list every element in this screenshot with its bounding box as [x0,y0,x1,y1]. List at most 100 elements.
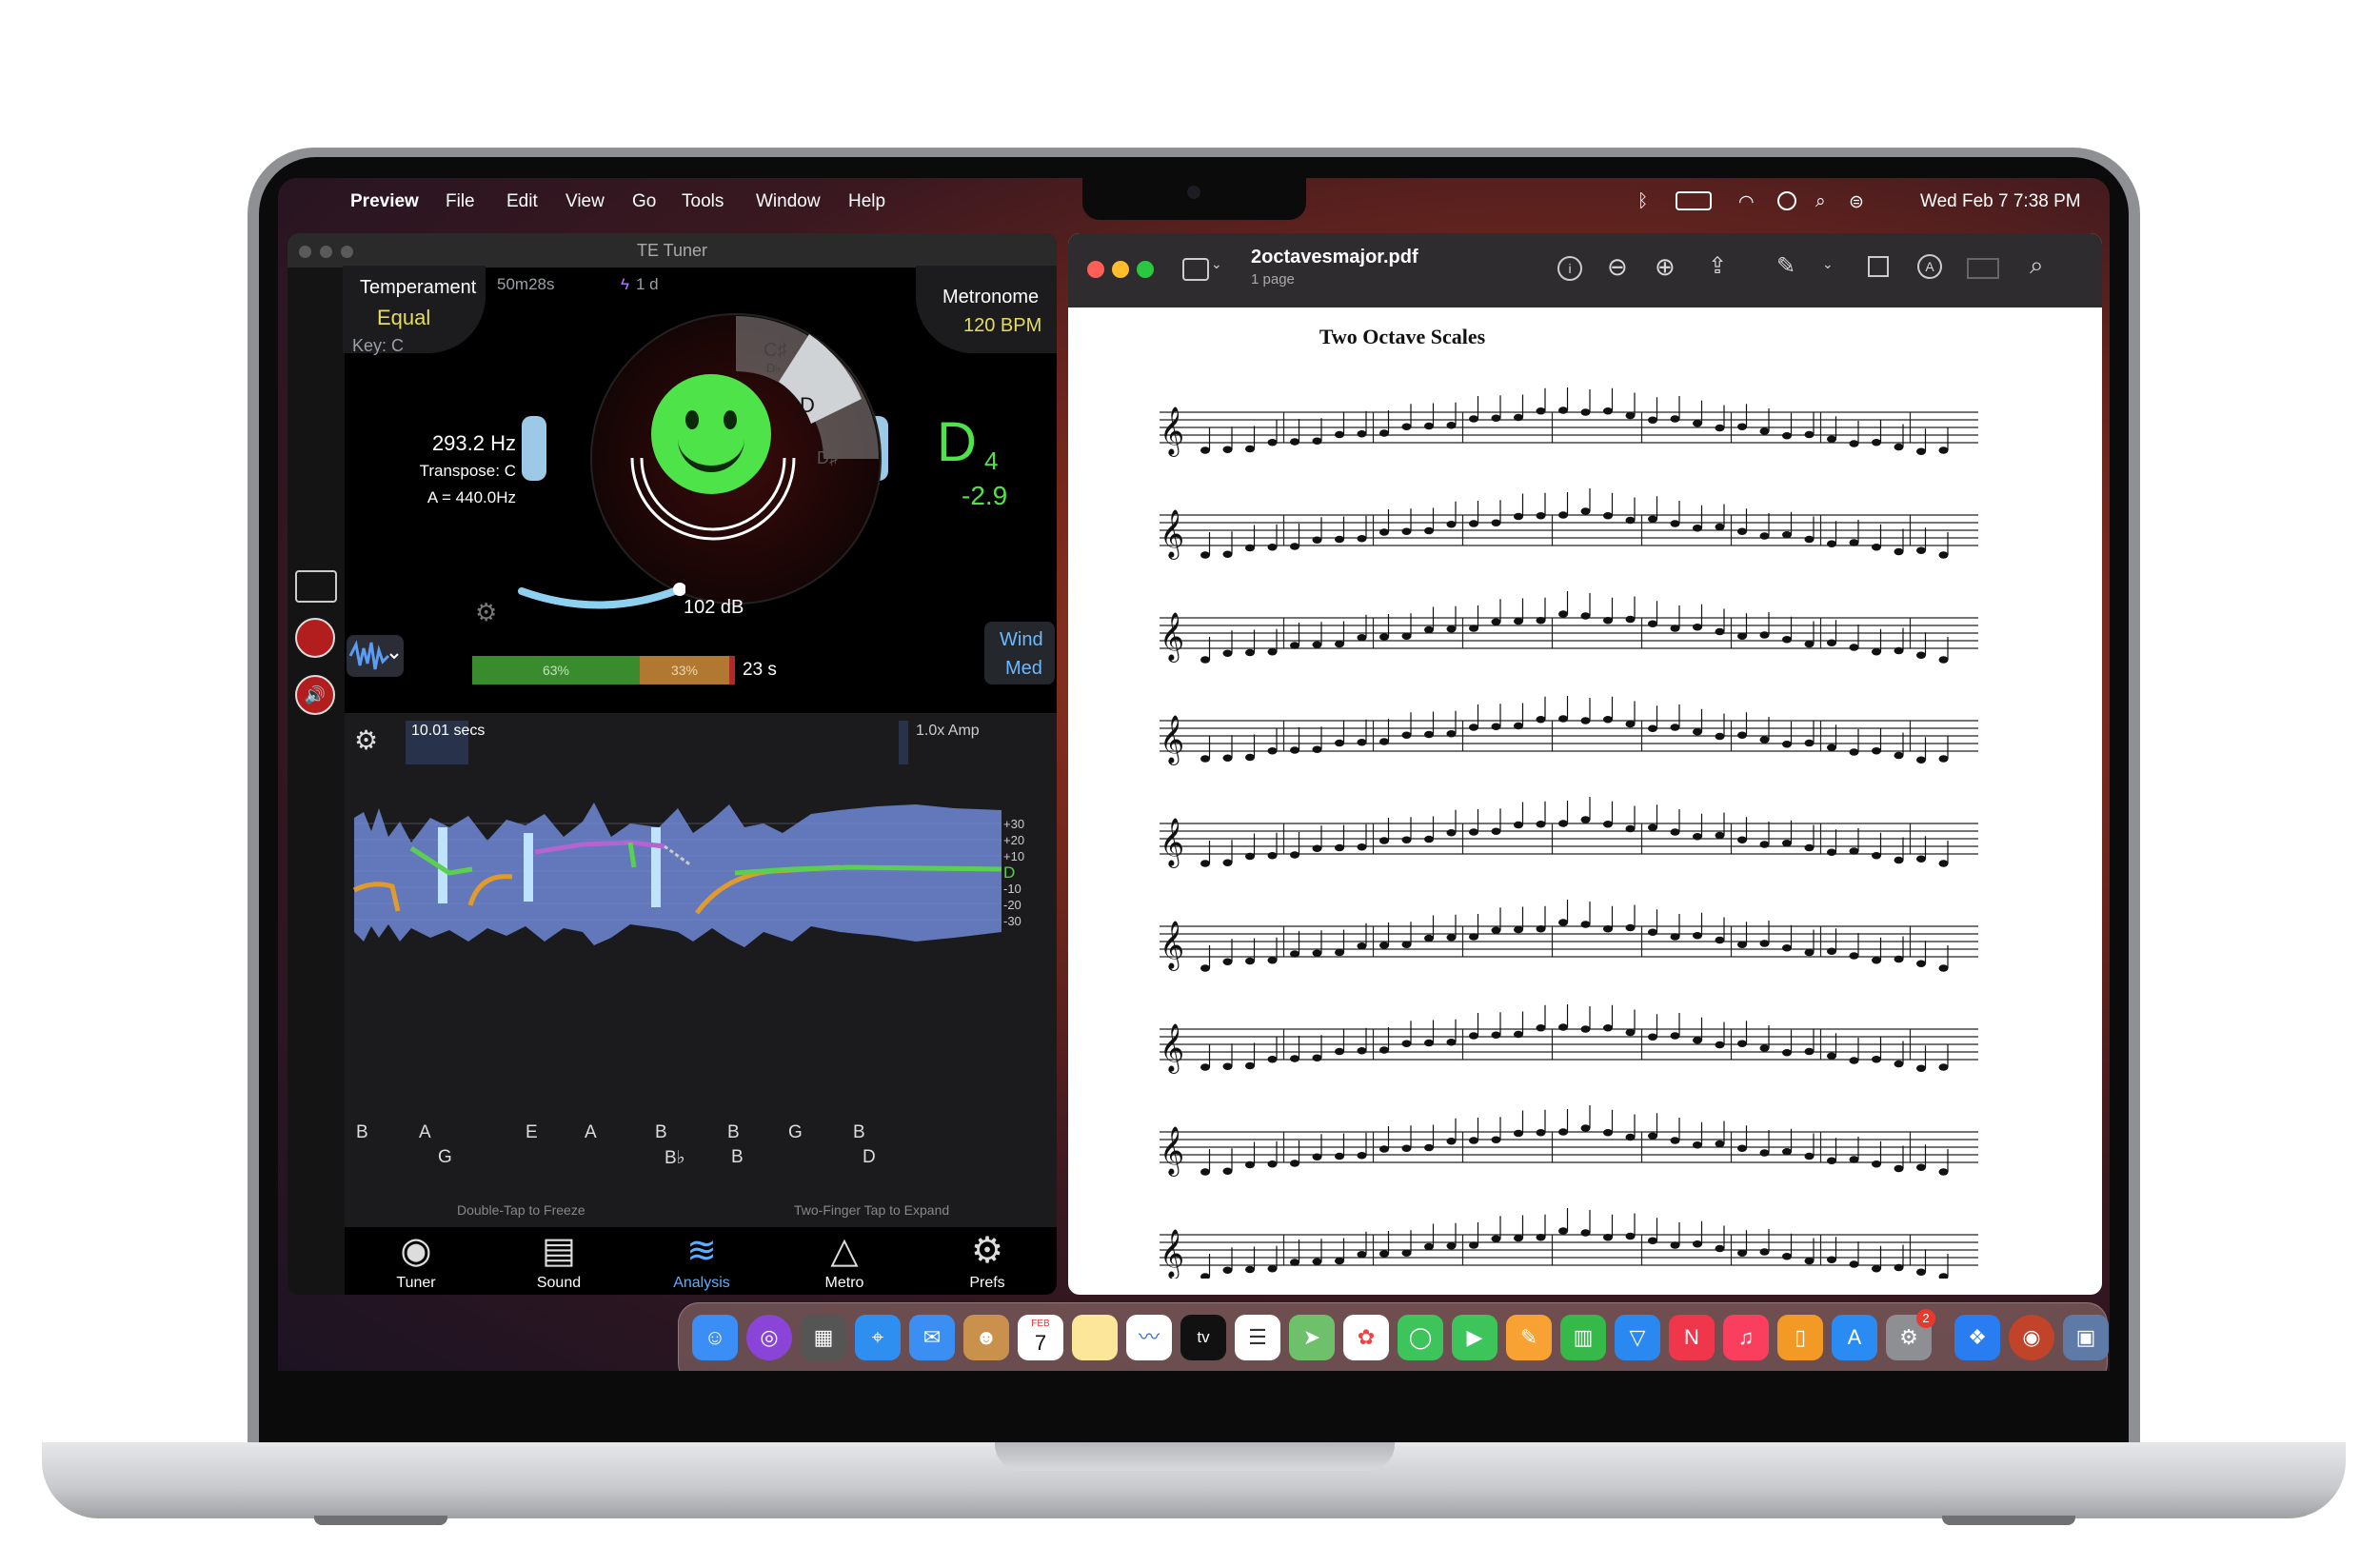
sheet-music: 𝄞 𝄞 𝄞 𝄞 𝄞 𝄞 𝄞 𝄞 𝄞 [1160,387,1978,1279]
battery-icon[interactable] [1676,191,1712,210]
safari-icon[interactable]: ⌖ [855,1315,901,1360]
pages-icon[interactable]: ✎ [1506,1315,1552,1360]
zoom-out-icon[interactable]: ⊖ [1607,252,1628,282]
minimize-button[interactable] [1112,261,1129,278]
menu-clock[interactable]: Wed Feb 7 7:38 PM [1920,191,2081,212]
photos-icon[interactable]: ✿ [1343,1315,1389,1360]
app-store-icon[interactable]: A [1832,1315,1877,1360]
launchpad-icon[interactable]: ▦ [801,1315,846,1360]
menu-edit[interactable]: Edit [506,191,538,212]
speaker-icon[interactable]: 🔊 [295,675,335,715]
notes-icon[interactable] [1072,1315,1118,1360]
decibel-readout: 102 dB [684,597,744,618]
chevron-down-icon[interactable]: ⌄ [1211,256,1222,272]
level-slider[interactable] [518,582,685,629]
preview-icon[interactable]: ▣ [2063,1315,2109,1360]
menu-file[interactable]: File [446,191,475,212]
mail-icon[interactable]: ✉ [909,1315,955,1360]
tab-metro[interactable]: △ Metro [773,1227,916,1292]
folder-icon[interactable] [295,570,337,603]
scale-tick-d: D [1003,863,1016,882]
tuner-window-title: TE Tuner [636,241,708,260]
form-fill-icon[interactable] [1967,258,1999,279]
bluetooth-icon[interactable]: ᛒ [1637,191,1648,212]
tab-label: Metro [824,1275,864,1291]
menu-tools[interactable]: Tools [682,191,724,212]
tab-label: Prefs [969,1275,1005,1291]
info-icon[interactable]: i [1557,256,1582,281]
news-icon[interactable]: N [1669,1315,1715,1360]
tab-analysis[interactable]: ≋ Analysis [630,1227,773,1292]
piano-icon: ▤ [542,1231,576,1271]
search-icon[interactable]: ⌕ [2030,250,2044,281]
amp-label: 1.0x Amp [916,723,980,739]
dropbox-icon[interactable]: ❖ [1954,1315,2000,1360]
tab-label: Analysis [673,1275,730,1291]
temperament-value: Equal [377,306,431,329]
zoom-button[interactable] [1137,261,1154,278]
scale-tick: +20 [1003,833,1025,847]
tab-sound[interactable]: ▤ Sound [487,1227,630,1292]
calendar-icon[interactable]: FEB 7 [1018,1315,1063,1360]
dial-gear-icon[interactable]: ⚙ [475,598,497,627]
zoom-in-icon[interactable]: ⊕ [1655,252,1676,282]
metronome-panel[interactable] [916,266,1057,353]
chevron-down-icon[interactable]: ⌄ [1822,256,1834,272]
wifi-icon[interactable]: ◠ [1738,191,1755,213]
music-staff: 𝄞 [1160,488,1978,560]
music-staff: 𝄞 [1160,591,1978,664]
sidebar-toggle-icon[interactable] [1182,258,1209,281]
pdf-page: Two Octave Scales 𝄞 𝄞 𝄞 𝄞 𝄞 𝄞 𝄞 𝄞 𝄞 [1083,307,2087,1295]
facetime-icon[interactable]: ▶ [1452,1315,1497,1360]
tab-tuner[interactable]: ◉ Tuner [345,1227,487,1292]
annotate-icon[interactable]: A [1917,254,1942,279]
metronome-bpm: 120 BPM [963,315,1042,336]
control-center-icon[interactable]: ⊜ [1849,191,1864,213]
spotlight-icon[interactable]: ⌕ [1815,191,1826,212]
minimize-button[interactable] [320,246,332,258]
contacts-icon[interactable]: ☻ [963,1315,1009,1360]
waveform-selector[interactable] [347,635,404,677]
metronome-label: Metronome [942,287,1040,307]
note-label: D [863,1147,876,1167]
tuner-title-bar: TE Tuner [288,233,1057,268]
keynote-icon[interactable]: ▽ [1615,1315,1660,1360]
svg-text:𝄞: 𝄞 [1160,1024,1184,1074]
messages-icon[interactable]: ◯ [1398,1315,1443,1360]
finder-icon[interactable]: ☺ [692,1315,738,1360]
hint-freeze: Double-Tap to Freeze [457,1202,585,1218]
freeform-icon[interactable]: 〰 [1126,1315,1172,1360]
rotate-icon[interactable] [1868,256,1889,277]
user-icon[interactable] [1777,191,1796,210]
share-icon[interactable]: ⇪ [1708,252,1727,280]
screen: Preview File Edit View Go Tools Window H… [278,178,2110,1371]
amp-handle[interactable] [899,721,908,764]
close-button[interactable] [1087,261,1104,278]
books-icon[interactable]: ▯ [1777,1315,1823,1360]
apple-tv-icon[interactable]: tv [1180,1315,1226,1360]
tab-prefs[interactable]: ⚙ Prefs [916,1227,1057,1292]
menu-view[interactable]: View [565,191,605,212]
tuner-tab-bar: ◉ Tuner ▤ Sound ≋ Analysis △ Metro ⚙ Pre… [345,1227,1057,1295]
menu-go[interactable]: Go [632,191,656,212]
maps-icon[interactable]: ➤ [1289,1315,1335,1360]
markup-pen-icon[interactable]: ✎ [1776,252,1795,280]
record-button[interactable] [295,618,335,658]
menu-help[interactable]: Help [848,191,885,212]
reminders-icon[interactable]: ☰ [1235,1315,1280,1360]
music-staff: 𝄞 [1160,797,1978,868]
music-icon[interactable]: ♫ [1723,1315,1769,1360]
te-tuner-icon[interactable]: ◉ [2009,1315,2054,1360]
siri-icon[interactable]: ◎ [746,1315,792,1360]
menu-app-name[interactable]: Preview [350,191,419,212]
analysis-panel[interactable]: ⚙ 10.01 secs 1.0x Amp +30 +20 +10 D -10 … [345,713,1057,1227]
dial-note-d: D [800,393,815,417]
close-button[interactable] [299,246,311,258]
note-label: B [731,1147,744,1167]
svg-text:𝄞: 𝄞 [1160,922,1184,971]
zoom-button[interactable] [341,246,353,258]
tuner-display: Temperament Equal Key: C 50m28s ϟ 1 d Me… [343,266,1057,713]
menu-window[interactable]: Window [756,191,821,212]
analysis-gear-icon[interactable]: ⚙ [354,724,378,756]
numbers-icon[interactable]: ▥ [1560,1315,1606,1360]
